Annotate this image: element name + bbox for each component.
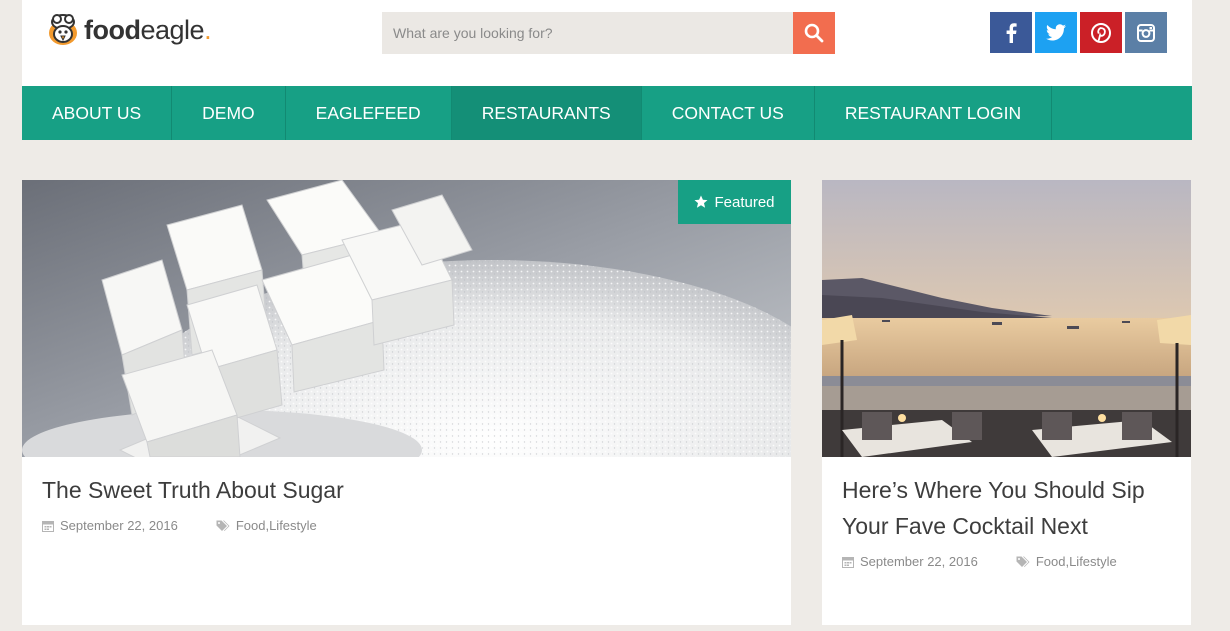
facebook-link[interactable]: [990, 12, 1032, 53]
category-link-food[interactable]: Food: [1036, 554, 1066, 569]
post-categories: Food, Lifestyle: [216, 518, 317, 533]
post-date-text: September 22, 2016: [860, 554, 978, 569]
post-card: Here’s Where You Should Sip Your Fave Co…: [822, 180, 1191, 625]
post-title-line-1: Here’s Where You Should Sip: [842, 477, 1145, 503]
featured-badge-label: Featured: [714, 193, 775, 211]
site-logo[interactable]: foodeagle.: [46, 10, 212, 50]
calendar-icon: [42, 520, 54, 532]
brand-name-light: eagle: [140, 14, 205, 45]
brand-name-bold: food: [84, 14, 141, 45]
pinterest-link[interactable]: [1080, 12, 1122, 53]
nav-item-restaurant-login[interactable]: RESTAURANT LOGIN: [815, 86, 1053, 140]
nav-item-contact-us[interactable]: CONTACT US: [642, 86, 815, 140]
site-header: foodeagle.: [22, 0, 1192, 86]
tags-icon: [1016, 556, 1030, 567]
nav-item-about-us[interactable]: ABOUT US: [22, 86, 173, 140]
brand-name: foodeagle.: [84, 14, 212, 46]
post-date-text: September 22, 2016: [60, 518, 178, 533]
nav-item-eaglefeed[interactable]: EAGLEFEED: [286, 86, 452, 140]
post-title[interactable]: Here’s Where You Should Sip Your Fave Co…: [842, 472, 1145, 544]
nav-item-demo[interactable]: DEMO: [172, 86, 286, 140]
facebook-icon: [1006, 22, 1017, 43]
post-card-featured: Featured The Sweet Truth About Sugar Sep…: [22, 180, 791, 625]
category-link-lifestyle[interactable]: Lifestyle: [269, 518, 317, 533]
sugar-cubes-image: [22, 180, 791, 457]
search-button[interactable]: [793, 12, 835, 54]
twitter-icon: [1046, 24, 1066, 41]
brand-name-dot: .: [204, 14, 212, 45]
pinterest-icon: [1091, 22, 1111, 43]
twitter-link[interactable]: [1035, 12, 1077, 53]
featured-badge: Featured: [678, 180, 791, 224]
post-date: September 22, 2016: [842, 554, 978, 569]
post-thumbnail[interactable]: [822, 180, 1191, 457]
post-title-line-2: Your Fave Cocktail Next: [842, 513, 1088, 539]
calendar-icon: [842, 556, 854, 568]
post-meta: September 22, 2016 Food, Lifestyle: [842, 554, 1117, 569]
search-input[interactable]: [382, 12, 793, 54]
post-title[interactable]: The Sweet Truth About Sugar: [42, 472, 344, 508]
post-date: September 22, 2016: [42, 518, 178, 533]
post-thumbnail[interactable]: [22, 180, 791, 457]
main-nav: ABOUT US DEMO EAGLEFEED RESTAURANTS CONT…: [22, 86, 1192, 140]
instagram-link[interactable]: [1125, 12, 1167, 53]
star-icon: [694, 195, 708, 208]
category-link-lifestyle[interactable]: Lifestyle: [1069, 554, 1117, 569]
social-links: [990, 12, 1167, 53]
seaside-terrace-image: [822, 180, 1191, 457]
tags-icon: [216, 520, 230, 531]
category-link-food[interactable]: Food: [236, 518, 266, 533]
post-meta: September 22, 2016 Food, Lifestyle: [42, 518, 317, 533]
chef-eagle-logo-icon: [49, 14, 77, 45]
nav-item-restaurants[interactable]: RESTAURANTS: [451, 86, 642, 140]
search-form: [382, 12, 835, 54]
instagram-icon: [1137, 23, 1155, 42]
search-icon: [804, 23, 824, 43]
post-categories: Food, Lifestyle: [1016, 554, 1117, 569]
